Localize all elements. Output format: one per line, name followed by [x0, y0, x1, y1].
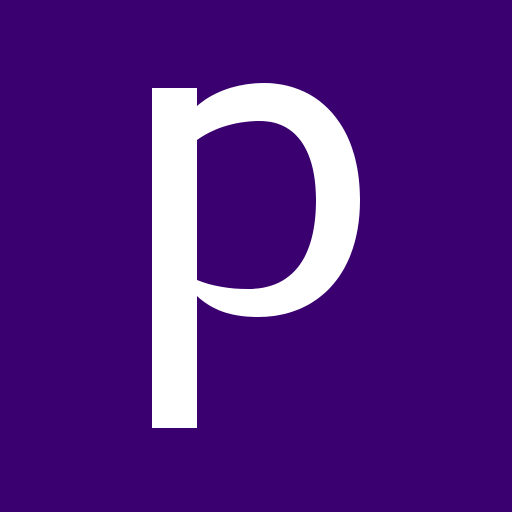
app-logo-tile: p [0, 0, 512, 512]
logo-glyph [152, 83, 360, 428]
logo-letter-p-shape [152, 83, 360, 428]
